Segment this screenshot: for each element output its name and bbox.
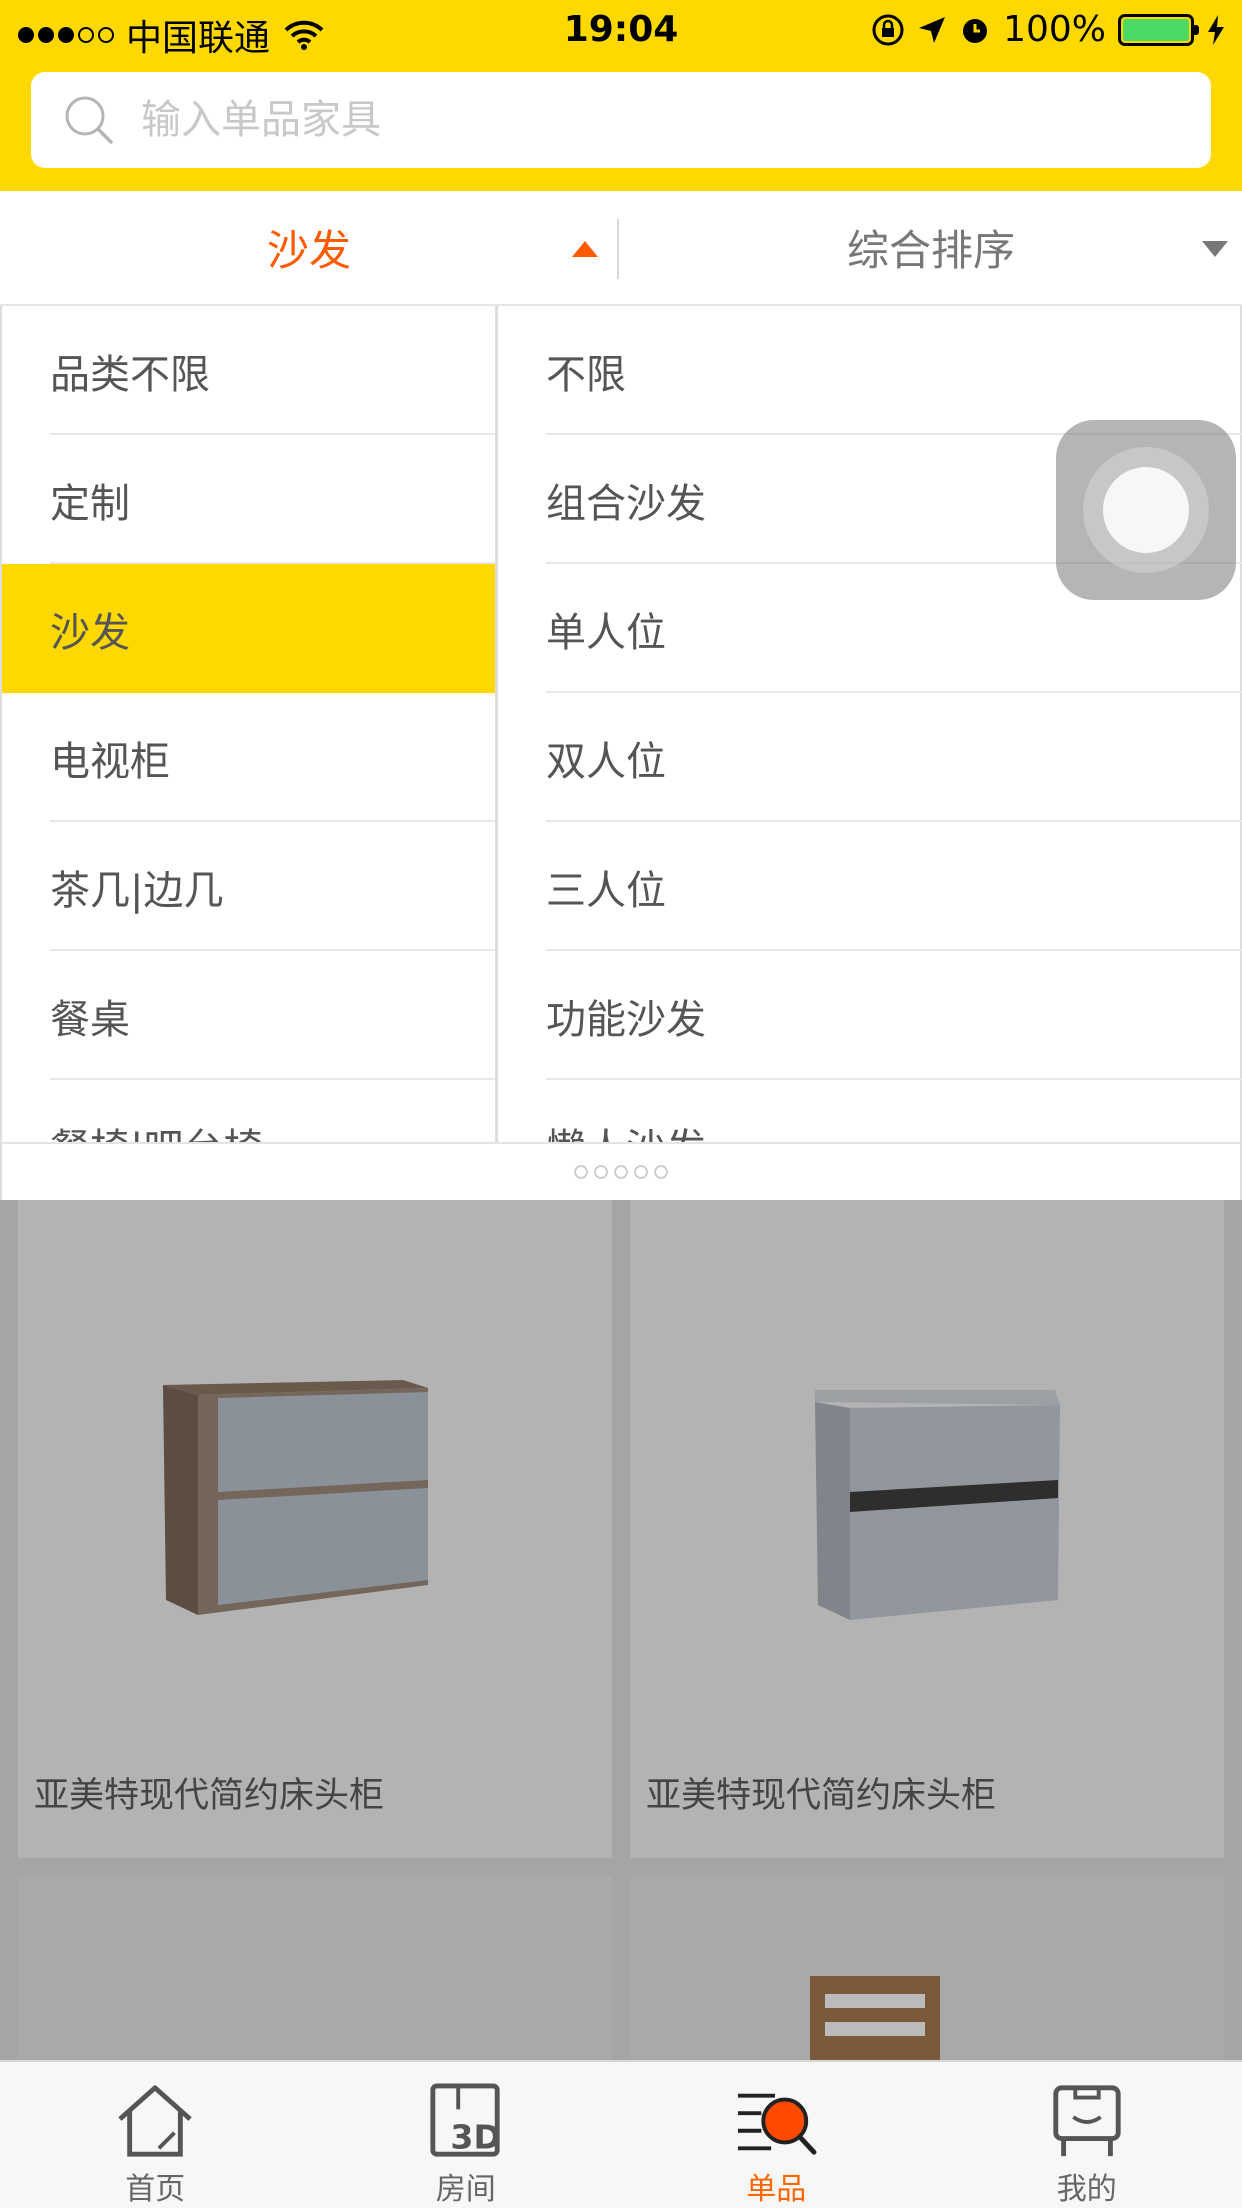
profile-icon bbox=[1053, 2085, 1121, 2157]
subcategory-item-label: 功能沙发 bbox=[546, 996, 706, 1043]
category-filter-tab[interactable]: 沙发 bbox=[0, 191, 618, 304]
drag-dots-icon bbox=[574, 1165, 668, 1179]
category-item-label: 品类不限 bbox=[50, 351, 210, 398]
filter-bar: 沙发 综合排序 bbox=[0, 191, 1242, 306]
subcategory-item[interactable]: 三人位 bbox=[498, 822, 1242, 951]
assistive-touch-button[interactable] bbox=[1056, 420, 1236, 600]
subcategory-item[interactable]: 懒人沙发 bbox=[498, 1080, 1242, 1143]
subcategory-item-label: 三人位 bbox=[546, 867, 666, 914]
category-item[interactable]: 茶几|边几 bbox=[2, 822, 495, 951]
tab-label: 房间 bbox=[435, 2172, 496, 2207]
subcategory-item-label: 不限 bbox=[546, 351, 626, 398]
assistive-touch-icon bbox=[1083, 447, 1209, 573]
dropdown-drag-handle[interactable] bbox=[2, 1142, 1240, 1200]
product-image-nightstand-wood bbox=[163, 1380, 428, 1615]
caret-up-icon bbox=[572, 241, 598, 257]
category-item[interactable]: 餐桌 bbox=[2, 951, 495, 1080]
subcategory-item-label: 懒人沙发 bbox=[546, 1116, 706, 1143]
category-item[interactable]: 餐椅|吧台椅 bbox=[2, 1080, 495, 1143]
status-right: 100% bbox=[871, 9, 1226, 50]
items-icon bbox=[738, 2093, 817, 2155]
search-input[interactable] bbox=[141, 75, 1141, 165]
search-bar[interactable] bbox=[31, 72, 1211, 168]
category-item[interactable]: 定制 bbox=[2, 435, 495, 564]
charging-icon bbox=[1208, 14, 1224, 45]
product-card[interactable] bbox=[630, 1876, 1224, 2060]
tab-home[interactable]: 首页 bbox=[0, 2062, 311, 2208]
search-icon bbox=[49, 72, 129, 168]
category-dropdown: 品类不限 定制 沙发 电视柜 茶几|边几 餐桌 餐椅|吧台椅 不限 组合沙发 单… bbox=[0, 306, 1242, 1200]
product-title: 亚美特现代简约床头柜 bbox=[646, 1776, 997, 1816]
room-3d-icon: 3D bbox=[430, 2083, 501, 2157]
product-image-chair bbox=[810, 1976, 940, 2060]
category-item-label: 餐椅|吧台椅 bbox=[50, 1116, 263, 1143]
rotation-lock-icon bbox=[872, 14, 904, 45]
category-item-label: 餐桌 bbox=[50, 996, 130, 1043]
header: 中国联通 19:04 100% bbox=[0, 0, 1242, 191]
product-card[interactable]: 亚美特现代简约床头柜 bbox=[630, 1200, 1224, 1858]
subcategory-item[interactable]: 双人位 bbox=[498, 693, 1242, 822]
battery-percent: 100% bbox=[1003, 9, 1106, 50]
subcategory-item-label: 组合沙发 bbox=[546, 480, 706, 527]
location-icon bbox=[919, 16, 946, 43]
caret-down-icon bbox=[1202, 241, 1228, 257]
tab-label: 单品 bbox=[746, 2172, 807, 2207]
subcategory-item-label: 双人位 bbox=[546, 738, 666, 785]
subcategory-item-label: 单人位 bbox=[546, 609, 666, 656]
tab-label: 我的 bbox=[1056, 2172, 1117, 2207]
category-item[interactable]: 品类不限 bbox=[2, 306, 495, 435]
bottom-tab-bar: 首页 3D 房间 单品 我的 bbox=[0, 2060, 1242, 2208]
category-list[interactable]: 品类不限 定制 沙发 电视柜 茶几|边几 餐桌 餐椅|吧台椅 bbox=[2, 306, 498, 1142]
category-item-label: 电视柜 bbox=[50, 738, 170, 785]
category-item-label: 定制 bbox=[50, 480, 130, 527]
status-bar: 中国联通 19:04 100% bbox=[0, 0, 1242, 62]
subcategory-item[interactable]: 不限 bbox=[498, 306, 1242, 435]
category-item-label: 沙发 bbox=[50, 609, 130, 656]
product-grid-overlay[interactable]: 亚美特现代简约床头柜 亚美特现代简约床头柜 bbox=[0, 1200, 1242, 2060]
product-image-nightstand-grey bbox=[815, 1390, 1060, 1620]
category-item[interactable]: 电视柜 bbox=[2, 693, 495, 822]
sort-filter-label: 综合排序 bbox=[846, 226, 1015, 275]
category-item-selected[interactable]: 沙发 bbox=[2, 564, 495, 693]
category-item-label: 茶几|边几 bbox=[50, 867, 224, 914]
tab-room[interactable]: 3D 房间 bbox=[311, 2062, 622, 2208]
tab-items[interactable]: 单品 bbox=[621, 2062, 932, 2208]
alarm-icon bbox=[963, 18, 988, 43]
tab-profile[interactable]: 我的 bbox=[932, 2062, 1242, 2208]
svg-text:3D: 3D bbox=[450, 2117, 501, 2156]
home-icon bbox=[118, 2085, 192, 2157]
product-card[interactable] bbox=[18, 1876, 612, 2060]
tab-label: 首页 bbox=[125, 2172, 186, 2207]
product-title: 亚美特现代简约床头柜 bbox=[34, 1776, 385, 1816]
subcategory-item[interactable]: 功能沙发 bbox=[498, 951, 1242, 1080]
category-filter-label: 沙发 bbox=[266, 226, 351, 275]
sort-filter-tab[interactable]: 综合排序 bbox=[620, 191, 1242, 304]
filter-divider bbox=[617, 219, 619, 279]
product-card[interactable]: 亚美特现代简约床头柜 bbox=[18, 1200, 612, 1858]
battery-icon bbox=[1118, 13, 1199, 46]
